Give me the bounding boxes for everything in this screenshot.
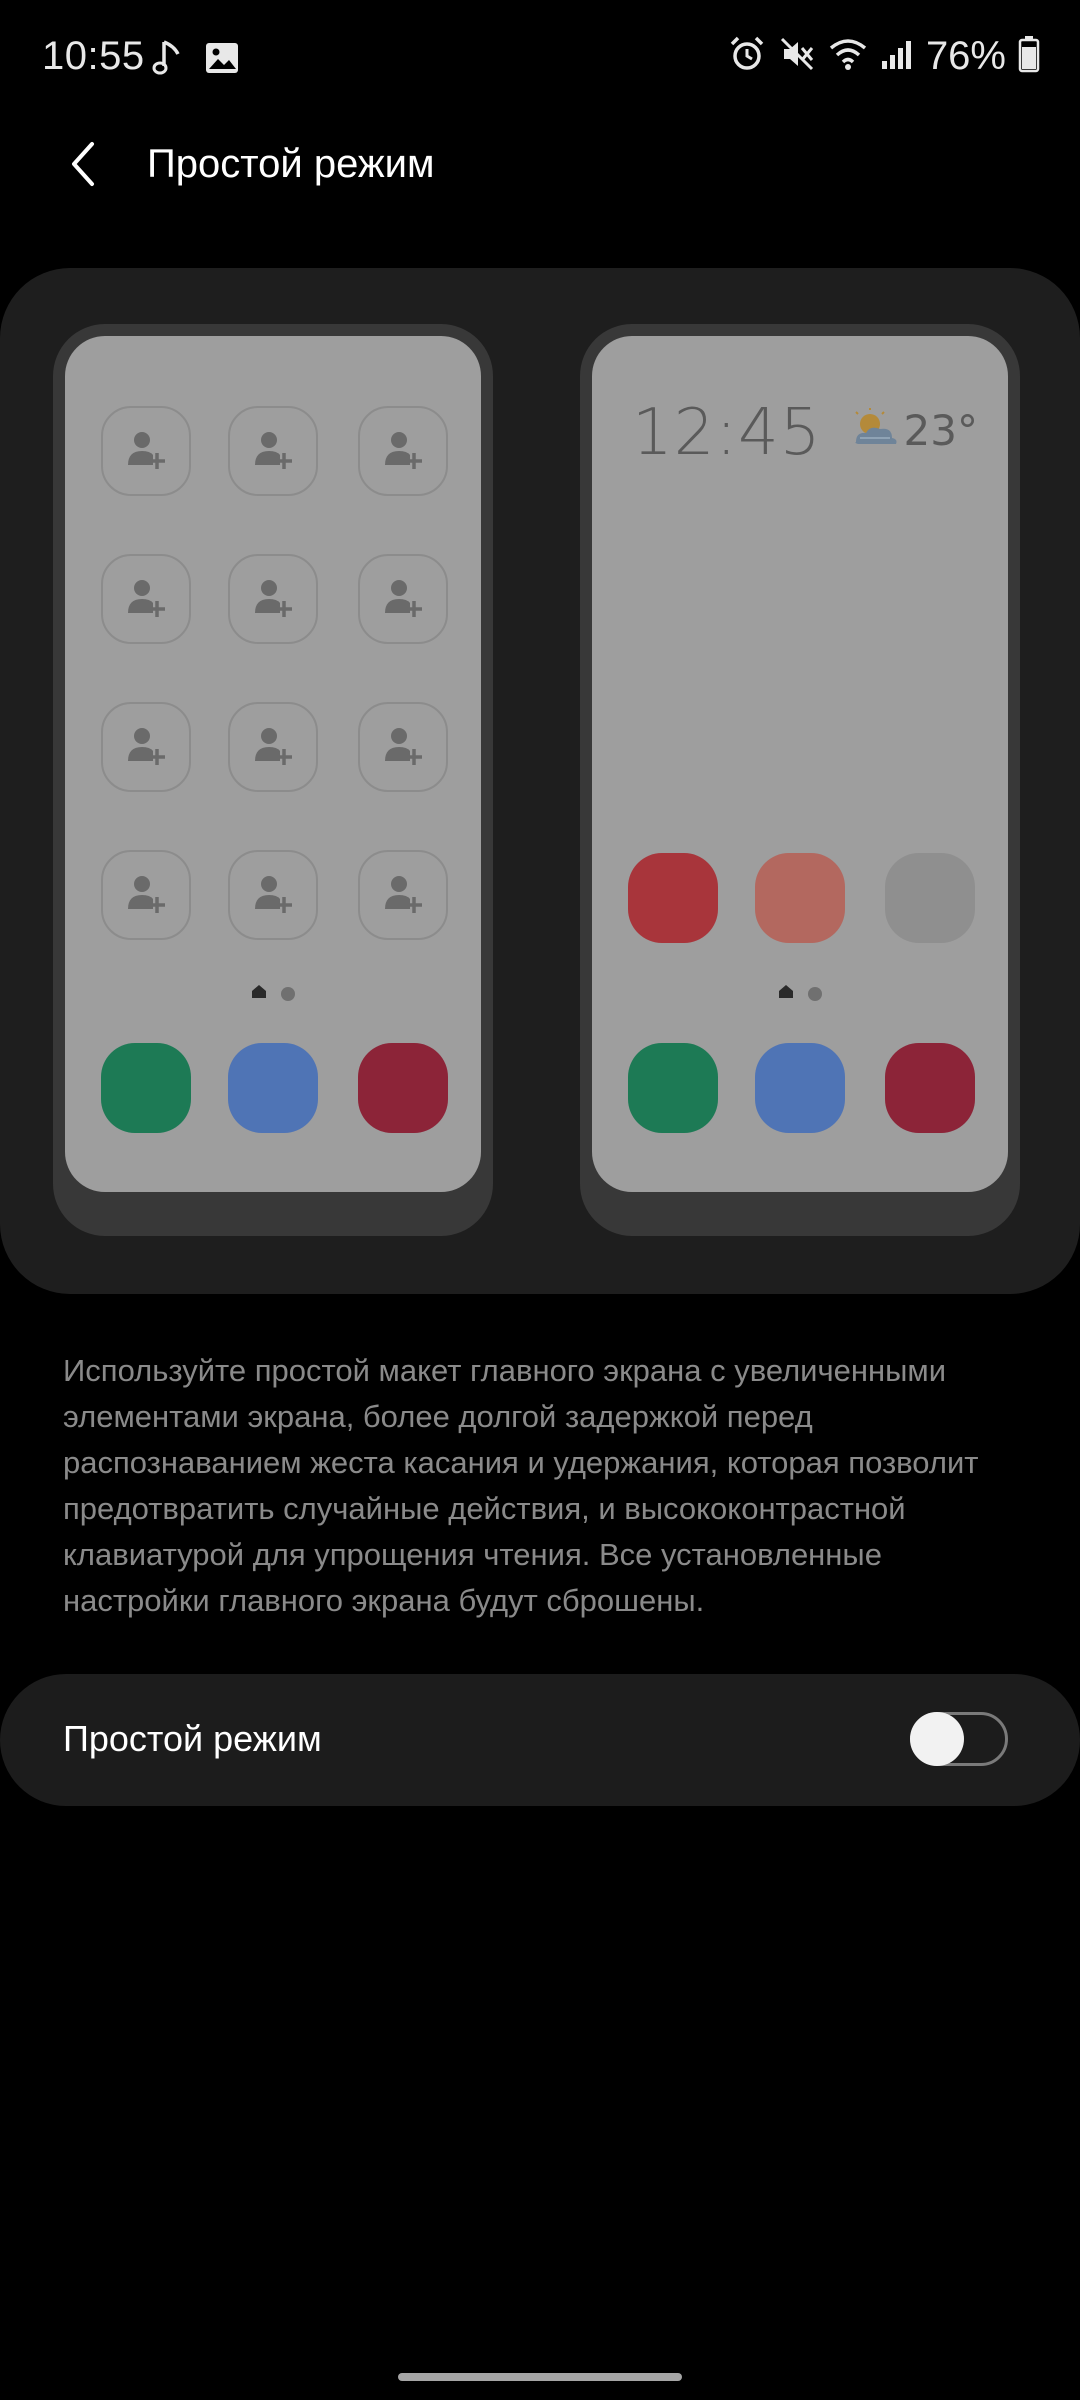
preview-card: 12:45 23°: [0, 268, 1080, 1294]
contact-slot: [228, 850, 318, 940]
status-time: 10:55: [42, 34, 145, 78]
signal-icon: [880, 37, 914, 76]
status-system-icons: 76%: [728, 34, 1040, 79]
app-icon-placeholder: [358, 1043, 448, 1133]
home-screen-preview-phone: 12:45 23°: [580, 324, 1020, 1236]
add-contact-icon: [124, 575, 168, 624]
easy-mode-toggle-row[interactable]: Простой режим: [0, 1674, 1080, 1806]
contact-slot: [358, 850, 448, 940]
partly-cloudy-icon: [850, 408, 900, 453]
add-contact-icon: [124, 427, 168, 476]
back-button[interactable]: [50, 132, 118, 200]
contact-slot: [228, 702, 318, 792]
image-icon: [204, 41, 240, 80]
app-icon-placeholder: [885, 1043, 975, 1133]
app-icon-placeholder: [228, 1043, 318, 1133]
app-bar: Простой режим: [0, 124, 1080, 208]
add-contact-icon: [251, 871, 295, 920]
easy-mode-preview-screen: [65, 336, 481, 1192]
wifi-icon: [828, 36, 868, 77]
switch-knob: [910, 1712, 964, 1766]
page-dot: [281, 986, 295, 1001]
contact-slot: [228, 554, 318, 644]
app-icon-placeholder: [755, 853, 845, 943]
status-bar: 10:55 76%: [0, 0, 1080, 124]
chevron-left-icon: [64, 140, 104, 193]
navigation-gesture-bar[interactable]: [398, 2373, 682, 2381]
home-screen-preview-screen: 12:45 23°: [592, 336, 1008, 1192]
easy-mode-preview-phone: [53, 324, 493, 1236]
battery-percent: 76%: [925, 34, 1006, 78]
app-icon-placeholder: [885, 853, 975, 943]
contact-slot: [101, 850, 191, 940]
page-indicator: [65, 983, 481, 1004]
app-icon-placeholder: [628, 1043, 718, 1133]
clock-widget: 12:45: [632, 396, 822, 470]
add-contact-icon: [381, 427, 425, 476]
add-contact-icon: [251, 575, 295, 624]
toggle-label: Простой режим: [63, 1718, 322, 1759]
contact-slot: [101, 406, 191, 496]
add-contact-icon: [124, 871, 168, 920]
contact-slot: [358, 554, 448, 644]
add-contact-icon: [381, 723, 425, 772]
app-icon-placeholder: [755, 1043, 845, 1133]
music-note-icon: [152, 38, 184, 83]
add-contact-icon: [251, 427, 295, 476]
page-indicator: [592, 983, 1008, 1004]
contact-slot: [358, 702, 448, 792]
status-notification-icons: [152, 38, 240, 83]
add-contact-icon: [381, 575, 425, 624]
contact-slot: [101, 702, 191, 792]
battery-icon: [1018, 35, 1040, 78]
contact-slot: [228, 406, 318, 496]
page-title: Простой режим: [147, 142, 435, 186]
page-dot: [808, 986, 822, 1001]
app-icon-placeholder: [101, 1043, 191, 1133]
weather-widget: 23°: [850, 406, 978, 455]
home-icon: [251, 983, 267, 1004]
mute-icon: [778, 35, 816, 78]
add-contact-icon: [251, 723, 295, 772]
home-icon: [778, 983, 794, 1004]
temperature-text: 23°: [903, 406, 978, 455]
contact-slot: [358, 406, 448, 496]
contact-slot: [101, 554, 191, 644]
add-contact-icon: [124, 723, 168, 772]
easy-mode-switch[interactable]: [910, 1712, 1008, 1766]
alarm-icon: [728, 35, 766, 78]
app-icon-placeholder: [628, 853, 718, 943]
add-contact-icon: [381, 871, 425, 920]
description-text: Используйте простой макет главного экран…: [63, 1353, 979, 1618]
